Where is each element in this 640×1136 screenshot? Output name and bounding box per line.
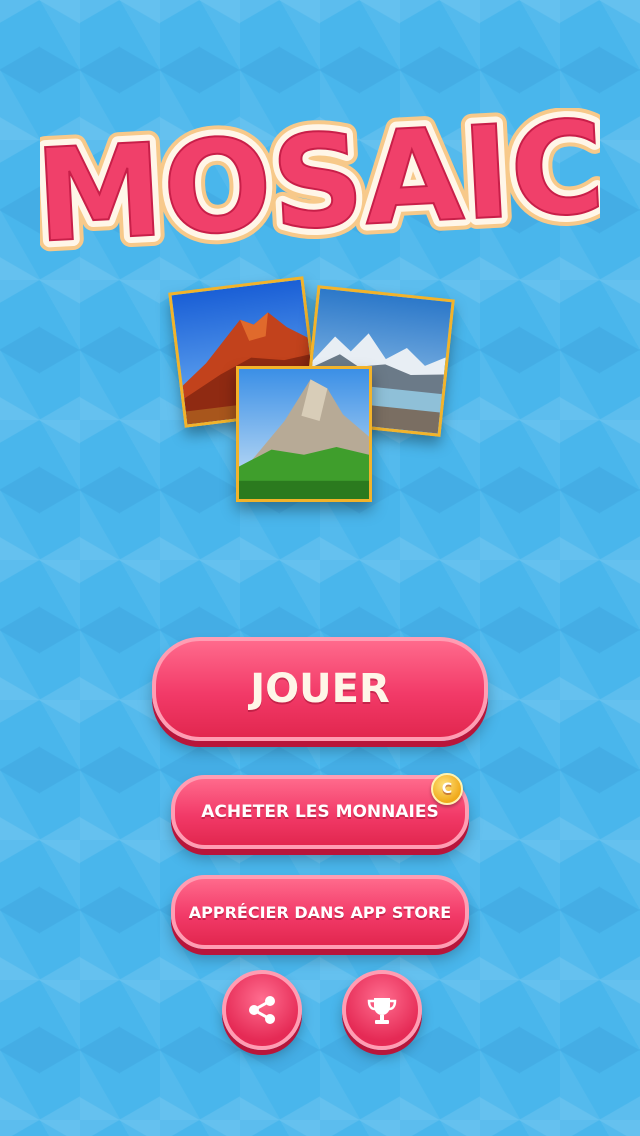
leaderboard-button[interactable] [342,970,422,1050]
logo-text: MOSAIC [40,108,600,256]
share-icon [249,996,275,1024]
share-button[interactable] [222,970,302,1050]
photo-green-mountain [236,366,372,502]
rate-app-store-button[interactable]: APPRÉCIER DANS APP STORE [171,875,469,949]
coin-badge-text: C [441,781,453,797]
photo-collage [160,270,470,520]
play-button-label: JOUER [250,666,390,712]
buy-coins-label: ACHETER LES MONNAIES [201,802,439,822]
coin-icon: C [431,773,463,805]
app-logo: MOSAIC MOSAIC MOSAIC [21,82,619,283]
trophy-icon [367,998,397,1024]
rate-app-store-label: APPRÉCIER DANS APP STORE [188,902,452,922]
play-button[interactable]: JOUER [152,637,488,741]
logo-wordmark: MOSAIC MOSAIC MOSAIC [21,82,619,283]
buy-coins-button[interactable]: ACHETER LES MONNAIES C [171,773,469,849]
